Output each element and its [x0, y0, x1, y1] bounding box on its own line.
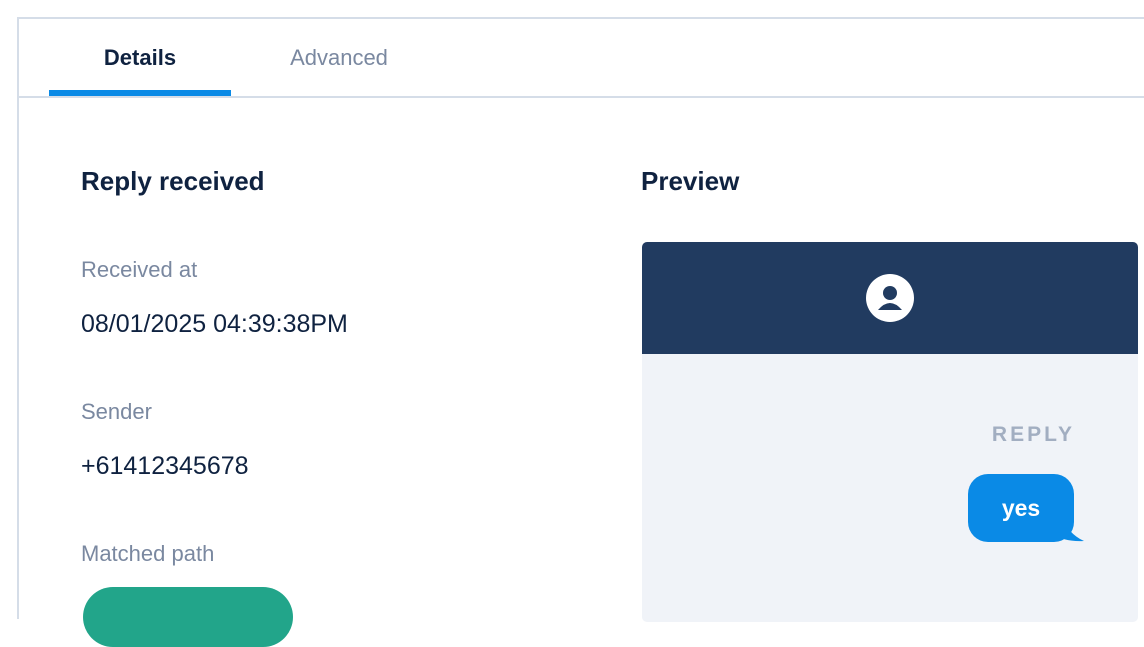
- matched-path-label: Matched path: [81, 541, 215, 566]
- detail-panel: Details Advanced Reply received Received…: [17, 17, 1144, 647]
- received-at-label: Received at: [81, 257, 198, 282]
- sender-label: Sender: [81, 399, 152, 424]
- reply-message: yes: [968, 474, 1088, 544]
- reply-label: REPLY: [991, 423, 1075, 446]
- preview-header: [642, 242, 1138, 354]
- user-circle-icon: [866, 274, 914, 322]
- received-at-value: 08/01/2025 04:39:38PM: [81, 310, 348, 338]
- matched-path-badge: [83, 587, 293, 647]
- details-title: Reply received: [81, 166, 265, 196]
- tab-details[interactable]: Details: [49, 19, 231, 96]
- message-bubble: yes: [968, 474, 1074, 542]
- tab-advanced[interactable]: Advanced: [249, 19, 429, 96]
- message-preview: REPLY yes: [642, 242, 1138, 622]
- preview-title: Preview: [641, 166, 740, 196]
- sender-value: +61412345678: [81, 452, 249, 480]
- tab-bar: Details Advanced: [19, 19, 1144, 98]
- active-tab-indicator: [49, 90, 231, 96]
